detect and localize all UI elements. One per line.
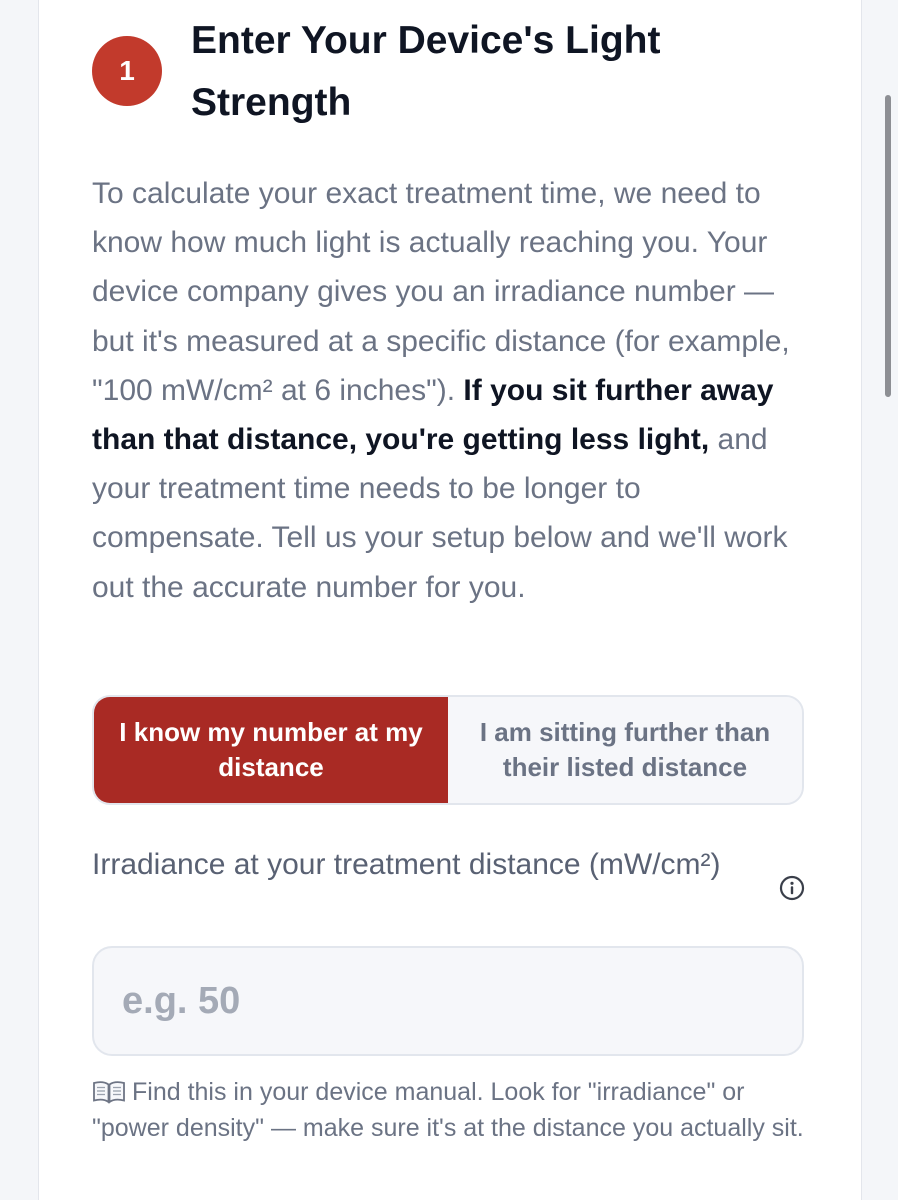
toggle-known-number[interactable]: I know my number at my distance	[94, 697, 448, 803]
open-book-icon	[93, 1081, 125, 1104]
description-text: To calculate your exact treatment time, …	[92, 177, 790, 407]
toggle-sitting-further[interactable]: I am sitting further than their listed d…	[448, 697, 802, 803]
step-title: Enter Your Device's Light Strength	[191, 19, 661, 124]
irradiance-hint: Find this in your device manual. Look fo…	[92, 1074, 804, 1146]
page: 1 Enter Your Device's Light Strength To …	[0, 0, 898, 1200]
scrollbar-thumb[interactable]	[885, 95, 891, 397]
irradiance-input[interactable]	[92, 946, 804, 1056]
step-number-badge: 1	[92, 36, 162, 106]
distance-mode-toggle: I know my number at my distance I am sit…	[92, 695, 804, 805]
step-description: To calculate your exact treatment time, …	[92, 169, 817, 612]
info-icon[interactable]	[779, 875, 805, 901]
irradiance-field-label: Irradiance at your treatment distance (m…	[92, 848, 721, 881]
hint-text: Find this in your device manual. Look fo…	[92, 1078, 804, 1142]
